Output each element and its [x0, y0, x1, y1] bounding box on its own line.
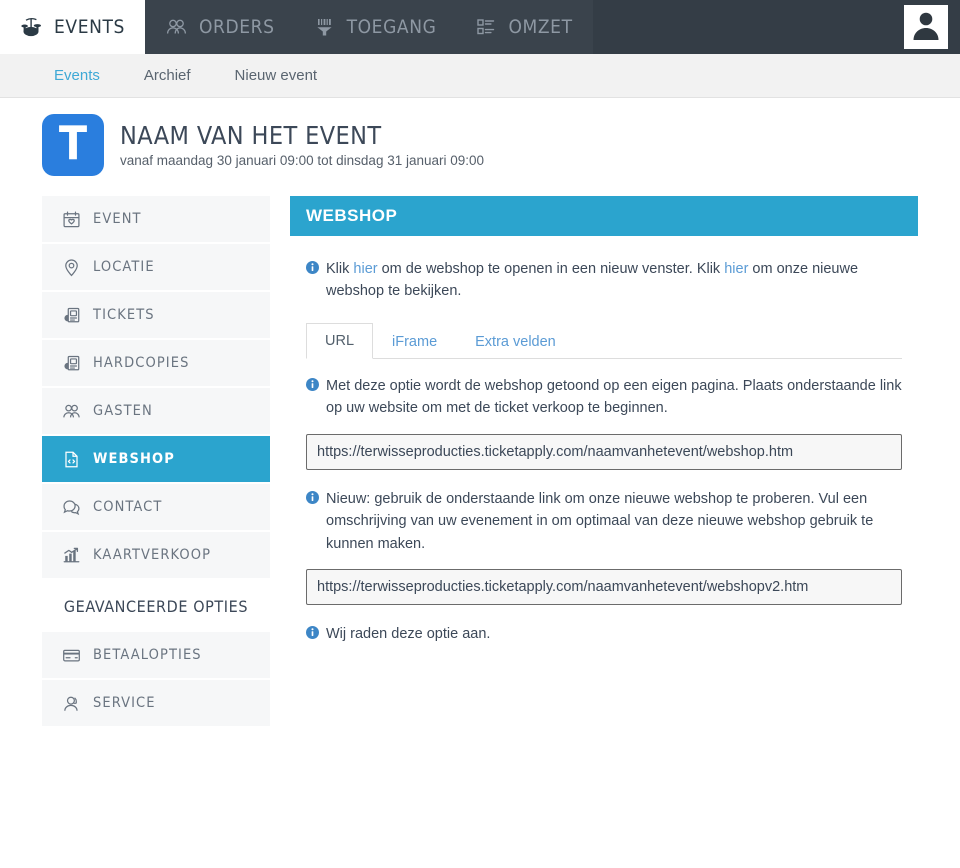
list-icon: [476, 17, 498, 37]
chat-bubble-icon: [62, 498, 81, 517]
sidebar-item-label: WEBSHOP: [93, 451, 175, 467]
topnav-item-omzet[interactable]: OMZET: [456, 0, 593, 54]
new-webshop-link[interactable]: hier: [724, 261, 748, 277]
chart-growth-icon: [62, 546, 81, 565]
sidebar-item-label: SERVICE: [93, 695, 156, 711]
intro-part2: om de webshop te openen in een nieuw ven…: [377, 261, 725, 277]
sidebar-item-label: BETAALOPTIES: [93, 647, 202, 663]
drums-icon: [20, 17, 44, 37]
code-file-icon: [62, 450, 81, 469]
people-icon: [165, 17, 189, 37]
url-info-2-text: Nieuw: gebruik de onderstaande link om o…: [326, 490, 874, 552]
subnav-item-nieuw-event[interactable]: Nieuw event: [213, 67, 340, 84]
headset-user-icon: [62, 694, 81, 713]
sidebar-item-label: TICKETS: [93, 307, 155, 323]
url-info-1-text: Met deze optie wordt de webshop getoond …: [326, 377, 902, 417]
user-avatar-button[interactable]: [904, 5, 948, 49]
subnav-item-archief[interactable]: Archief: [122, 67, 213, 84]
page-title: NAAM VAN HET EVENT: [120, 120, 382, 150]
webshop-url-input[interactable]: [306, 433, 902, 470]
page-body: EVENT LOCATIE TICKETS HARDCOPIES GASTEN …: [0, 192, 960, 728]
panel-body: Klik hier om de webshop te openen in een…: [290, 236, 918, 646]
info-icon: [306, 261, 319, 303]
tab-panel-url: Met deze optie wordt de webshop getoond …: [306, 359, 902, 646]
topnav-item-orders[interactable]: ORDERS: [144, 0, 295, 54]
topnav-item-toegang[interactable]: TOEGANG: [294, 0, 457, 54]
calendar-icon: [62, 210, 81, 229]
tab-extra-velden[interactable]: Extra velden: [456, 324, 575, 359]
people-icon: [62, 402, 81, 421]
url-info-1: Met deze optie wordt de webshop getoond …: [306, 375, 902, 420]
sidebar-item-locatie[interactable]: LOCATIE: [42, 244, 270, 292]
topnav-label-events: EVENTS: [54, 16, 125, 38]
sidebar-item-tickets[interactable]: TICKETS: [42, 292, 270, 340]
sidebar-item-label: LOCATIE: [93, 259, 155, 275]
url-info-2: Nieuw: gebruik de onderstaande link om o…: [306, 488, 902, 555]
webshop-v2-url-input[interactable]: [306, 569, 902, 606]
scanner-icon: [315, 17, 337, 37]
url-info-3: Wij raden deze optie aan.: [306, 623, 902, 645]
sidebar-item-label: HARDCOPIES: [93, 355, 190, 371]
webshop-tabs: URL iFrame Extra velden: [306, 322, 902, 359]
topnav-label-omzet: OMZET: [508, 16, 573, 38]
topnav-label-orders: ORDERS: [198, 16, 275, 38]
main-panel: WEBSHOP Klik hier om de webshop te opene…: [290, 196, 918, 646]
sub-navigation-bar: Events Archief Nieuw event: [0, 54, 960, 98]
url-info-3-text: Wij raden deze optie aan.: [326, 626, 491, 643]
top-navigation-bar: EVENTS ORDERS TOEGANG OMZET: [0, 0, 960, 54]
ticket-icon: [62, 354, 81, 373]
event-logo: T: [42, 114, 104, 176]
event-date-range: vanaf maandag 30 januari 09:00 tot dinsd…: [120, 153, 485, 169]
sidebar-item-kaartverkoop[interactable]: KAARTVERKOOP: [42, 532, 270, 580]
sidebar-item-event[interactable]: EVENT: [42, 196, 270, 244]
subnav-item-events[interactable]: Events: [32, 67, 122, 84]
sidebar-item-label: CONTACT: [93, 499, 163, 515]
user-avatar-icon: [908, 7, 944, 48]
topnav-item-events[interactable]: EVENTS: [0, 0, 145, 54]
ticket-icon: [62, 306, 81, 325]
sidebar-item-label: KAARTVERKOOP: [93, 547, 212, 563]
intro-part1: Klik: [326, 261, 354, 277]
sidebar-item-betaalopties[interactable]: BETAALOPTIES: [42, 632, 270, 680]
webshop-intro-sentence: Klik hier om de webshop te openen in een…: [326, 258, 902, 303]
info-icon: [306, 377, 319, 420]
panel-title: WEBSHOP: [290, 196, 918, 236]
tab-url[interactable]: URL: [306, 322, 374, 359]
event-header: T NAAM VAN HET EVENT vanaf maandag 30 ja…: [0, 98, 960, 192]
sidebar-item-gasten[interactable]: GASTEN: [42, 388, 270, 436]
webshop-open-link[interactable]: hier: [353, 261, 377, 277]
tab-iframe[interactable]: iFrame: [373, 324, 456, 359]
sidebar-item-label: GASTEN: [93, 403, 153, 419]
credit-card-icon: [62, 646, 81, 665]
sidebar-item-contact[interactable]: CONTACT: [42, 484, 270, 532]
topnav-spacer: [592, 0, 904, 54]
info-icon: [306, 626, 319, 645]
info-icon: [306, 490, 319, 555]
sidebar-item-hardcopies[interactable]: HARDCOPIES: [42, 340, 270, 388]
webshop-intro-text: Klik hier om de webshop te openen in een…: [306, 258, 902, 303]
map-pin-icon: [62, 258, 81, 277]
sidebar: EVENT LOCATIE TICKETS HARDCOPIES GASTEN …: [42, 196, 270, 728]
topnav-label-toegang: TOEGANG: [346, 16, 437, 38]
sidebar-section-title: GEAVANCEERDE OPTIES: [42, 580, 270, 632]
sidebar-item-label: EVENT: [93, 211, 142, 227]
sidebar-item-webshop[interactable]: WEBSHOP: [42, 436, 270, 484]
sidebar-item-service[interactable]: SERVICE: [42, 680, 270, 728]
event-header-text: NAAM VAN HET EVENT vanaf maandag 30 janu…: [120, 120, 485, 169]
